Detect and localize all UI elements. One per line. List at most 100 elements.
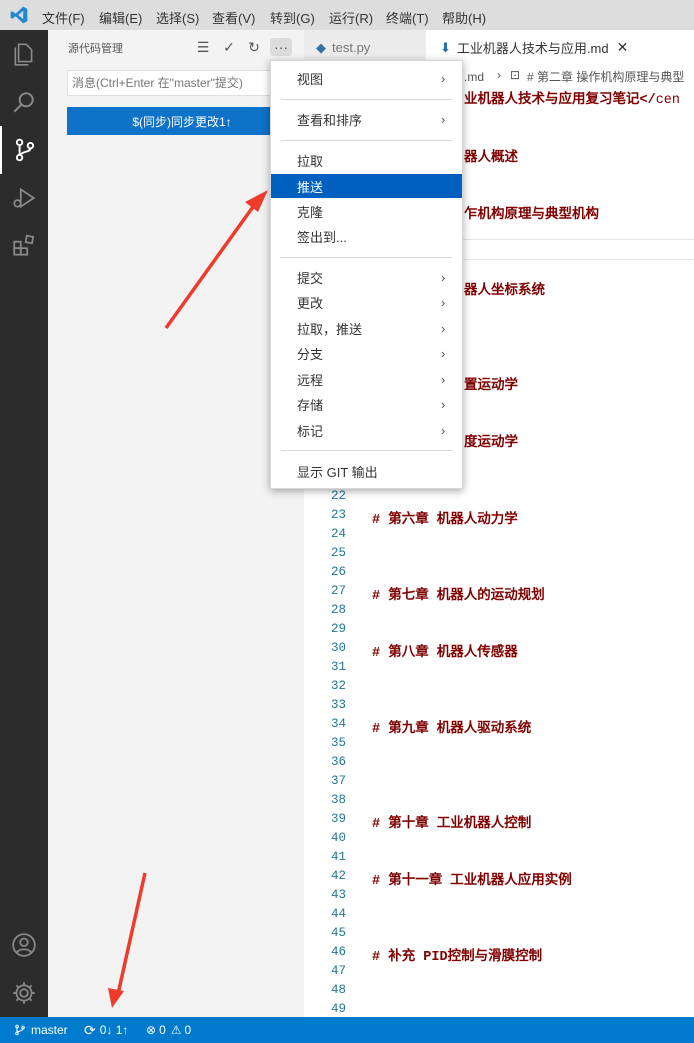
- line-number: 34: [330, 717, 346, 731]
- line-number: 22: [330, 489, 346, 503]
- markdown-heading: # 第十章 工业机器人控制: [372, 817, 532, 832]
- chevron-right-icon: ›: [441, 294, 446, 310]
- menu-item-view-sort[interactable]: 查看和排序 ›: [271, 107, 462, 131]
- commit-message-input[interactable]: [67, 70, 297, 96]
- line-number: 23: [330, 508, 346, 522]
- line-number: 43: [330, 888, 346, 902]
- code-fragment: 业机器人技术与应用复习笔记</cen: [464, 93, 681, 108]
- line-number: 46: [330, 945, 346, 959]
- problems-indicator[interactable]: ⊗ 0 ⚠ 0: [146, 1017, 191, 1043]
- menu-item-show-git-output[interactable]: 显示 GIT 输出: [271, 459, 462, 483]
- branch-name: master: [31, 1023, 68, 1037]
- chevron-right-icon: ›: [441, 422, 446, 438]
- menu-item-pull[interactable]: 拉取: [271, 148, 462, 172]
- menu-item-changes[interactable]: 更改 ›: [271, 290, 462, 314]
- chevron-right-icon: ›: [441, 269, 446, 285]
- chevron-right-icon: ›: [441, 111, 446, 127]
- line-number: 42: [330, 869, 346, 883]
- run-debug-icon[interactable]: [0, 174, 48, 222]
- line-number: 24: [330, 527, 346, 541]
- chevron-right-icon: ›: [441, 70, 446, 86]
- activity-bar: [0, 30, 48, 1017]
- error-count: 0: [159, 1023, 166, 1037]
- warning-count: 0: [184, 1023, 192, 1037]
- code-fragment: 器人坐标系统: [464, 284, 545, 299]
- warning-icon: ⚠: [170, 1023, 182, 1037]
- accounts-icon[interactable]: [0, 921, 48, 969]
- menu-go[interactable]: 转到(G): [270, 8, 315, 27]
- tab-label: test.py: [332, 40, 371, 55]
- menu-separator: [281, 450, 452, 451]
- line-number: 25: [330, 546, 346, 560]
- chevron-right-icon: ›: [441, 320, 446, 336]
- markdown-heading: # 第七章 机器人的运动规划: [372, 589, 545, 604]
- line-number: 29: [330, 622, 346, 636]
- sync-status[interactable]: ⟳ 0↓ 1↑: [84, 1017, 128, 1043]
- line-number: 38: [330, 793, 346, 807]
- menu-run[interactable]: 运行(R): [329, 8, 373, 27]
- line-number: 26: [330, 565, 346, 579]
- line-number: 30: [330, 641, 346, 655]
- line-number: 40: [330, 831, 346, 845]
- menu-separator: [281, 257, 452, 258]
- status-bar: master ⟳ 0↓ 1↑ ⊗ 0 ⚠ 0: [0, 1017, 694, 1043]
- menu-file[interactable]: 文件(F): [42, 8, 85, 27]
- menu-item-tags[interactable]: 标记 ›: [271, 418, 462, 442]
- line-number: 37: [330, 774, 346, 788]
- menu-view[interactable]: 查看(V): [212, 8, 255, 27]
- line-number: 28: [330, 603, 346, 617]
- close-tab-icon[interactable]: ✕: [617, 39, 629, 56]
- tab-markdown-file[interactable]: ⬇ 工业机器人技术与应用.md ✕: [426, 30, 694, 65]
- breadcrumb-section[interactable]: # 第二章 操作机构原理与典型: [527, 68, 684, 85]
- line-number: 41: [330, 850, 346, 864]
- code-fragment: 器人概述: [464, 151, 518, 166]
- chevron-right-icon: ›: [441, 396, 446, 412]
- markdown-heading: # 第八章 机器人传感器: [372, 646, 518, 661]
- menu-item-pull-push[interactable]: 拉取，推送 ›: [271, 316, 462, 340]
- menu-help[interactable]: 帮助(H): [442, 8, 486, 27]
- code-fragment: 乍机构原理与典型机构: [464, 208, 599, 223]
- menu-terminal[interactable]: 终端(T): [386, 8, 429, 27]
- line-number: 32: [330, 679, 346, 693]
- menu-separator: [281, 99, 452, 100]
- menu-bar: 文件(F) 编辑(E) 选择(S) 查看(V) 转到(G) 运行(R) 终端(T…: [0, 0, 694, 30]
- vscode-logo-icon: [10, 6, 28, 24]
- line-number: 27: [330, 584, 346, 598]
- line-number: 45: [330, 926, 346, 940]
- menu-item-commit[interactable]: 提交 ›: [271, 265, 462, 289]
- menu-selection[interactable]: 选择(S): [156, 8, 199, 27]
- explorer-icon[interactable]: [0, 30, 48, 78]
- menu-item-stash[interactable]: 存储 ›: [271, 392, 462, 416]
- source-control-panel: 源代码管理 ☰ ✓ ↻ ··· $(同步)同步更改1↑: [48, 30, 304, 1017]
- settings-gear-icon[interactable]: [0, 969, 48, 1017]
- menu-item-view[interactable]: 视图 ›: [271, 66, 462, 90]
- menu-item-remote[interactable]: 远程 ›: [271, 367, 462, 391]
- commit-check-icon[interactable]: ✓: [220, 38, 238, 56]
- refresh-icon[interactable]: ↻: [245, 38, 263, 56]
- menu-item-checkout[interactable]: 签出到...: [271, 224, 462, 248]
- search-icon[interactable]: [0, 78, 48, 126]
- extensions-icon[interactable]: [0, 222, 48, 270]
- branch-indicator[interactable]: master: [14, 1017, 68, 1043]
- more-actions-icon[interactable]: ···: [270, 38, 292, 56]
- sync-changes-button[interactable]: $(同步)同步更改1↑: [67, 107, 297, 135]
- line-number: 36: [330, 755, 346, 769]
- python-file-icon: ◆: [316, 39, 326, 55]
- menu-item-push[interactable]: 推送: [271, 174, 462, 198]
- menu-item-branch[interactable]: 分支 ›: [271, 341, 462, 365]
- sync-counts: 0↓ 1↑: [99, 1023, 129, 1037]
- line-number: 39: [330, 812, 346, 826]
- line-number: 35: [330, 736, 346, 750]
- source-control-icon[interactable]: [0, 126, 48, 174]
- markdown-file-icon: ⬇: [440, 39, 451, 55]
- markdown-heading: # 第十一章 工业机器人应用实例: [372, 874, 572, 889]
- view-as-tree-icon[interactable]: ☰: [194, 38, 212, 56]
- tab-label: 工业机器人技术与应用.md: [456, 41, 609, 56]
- menu-edit[interactable]: 编辑(E): [99, 8, 142, 27]
- menu-separator: [281, 140, 452, 141]
- code-fragment: 置运动学: [464, 379, 518, 394]
- panel-title: 源代码管理: [68, 43, 123, 55]
- menu-item-clone[interactable]: 克隆: [271, 199, 462, 223]
- markdown-heading: # 第六章 机器人动力学: [372, 513, 518, 528]
- breadcrumb-separator: ›: [497, 68, 501, 82]
